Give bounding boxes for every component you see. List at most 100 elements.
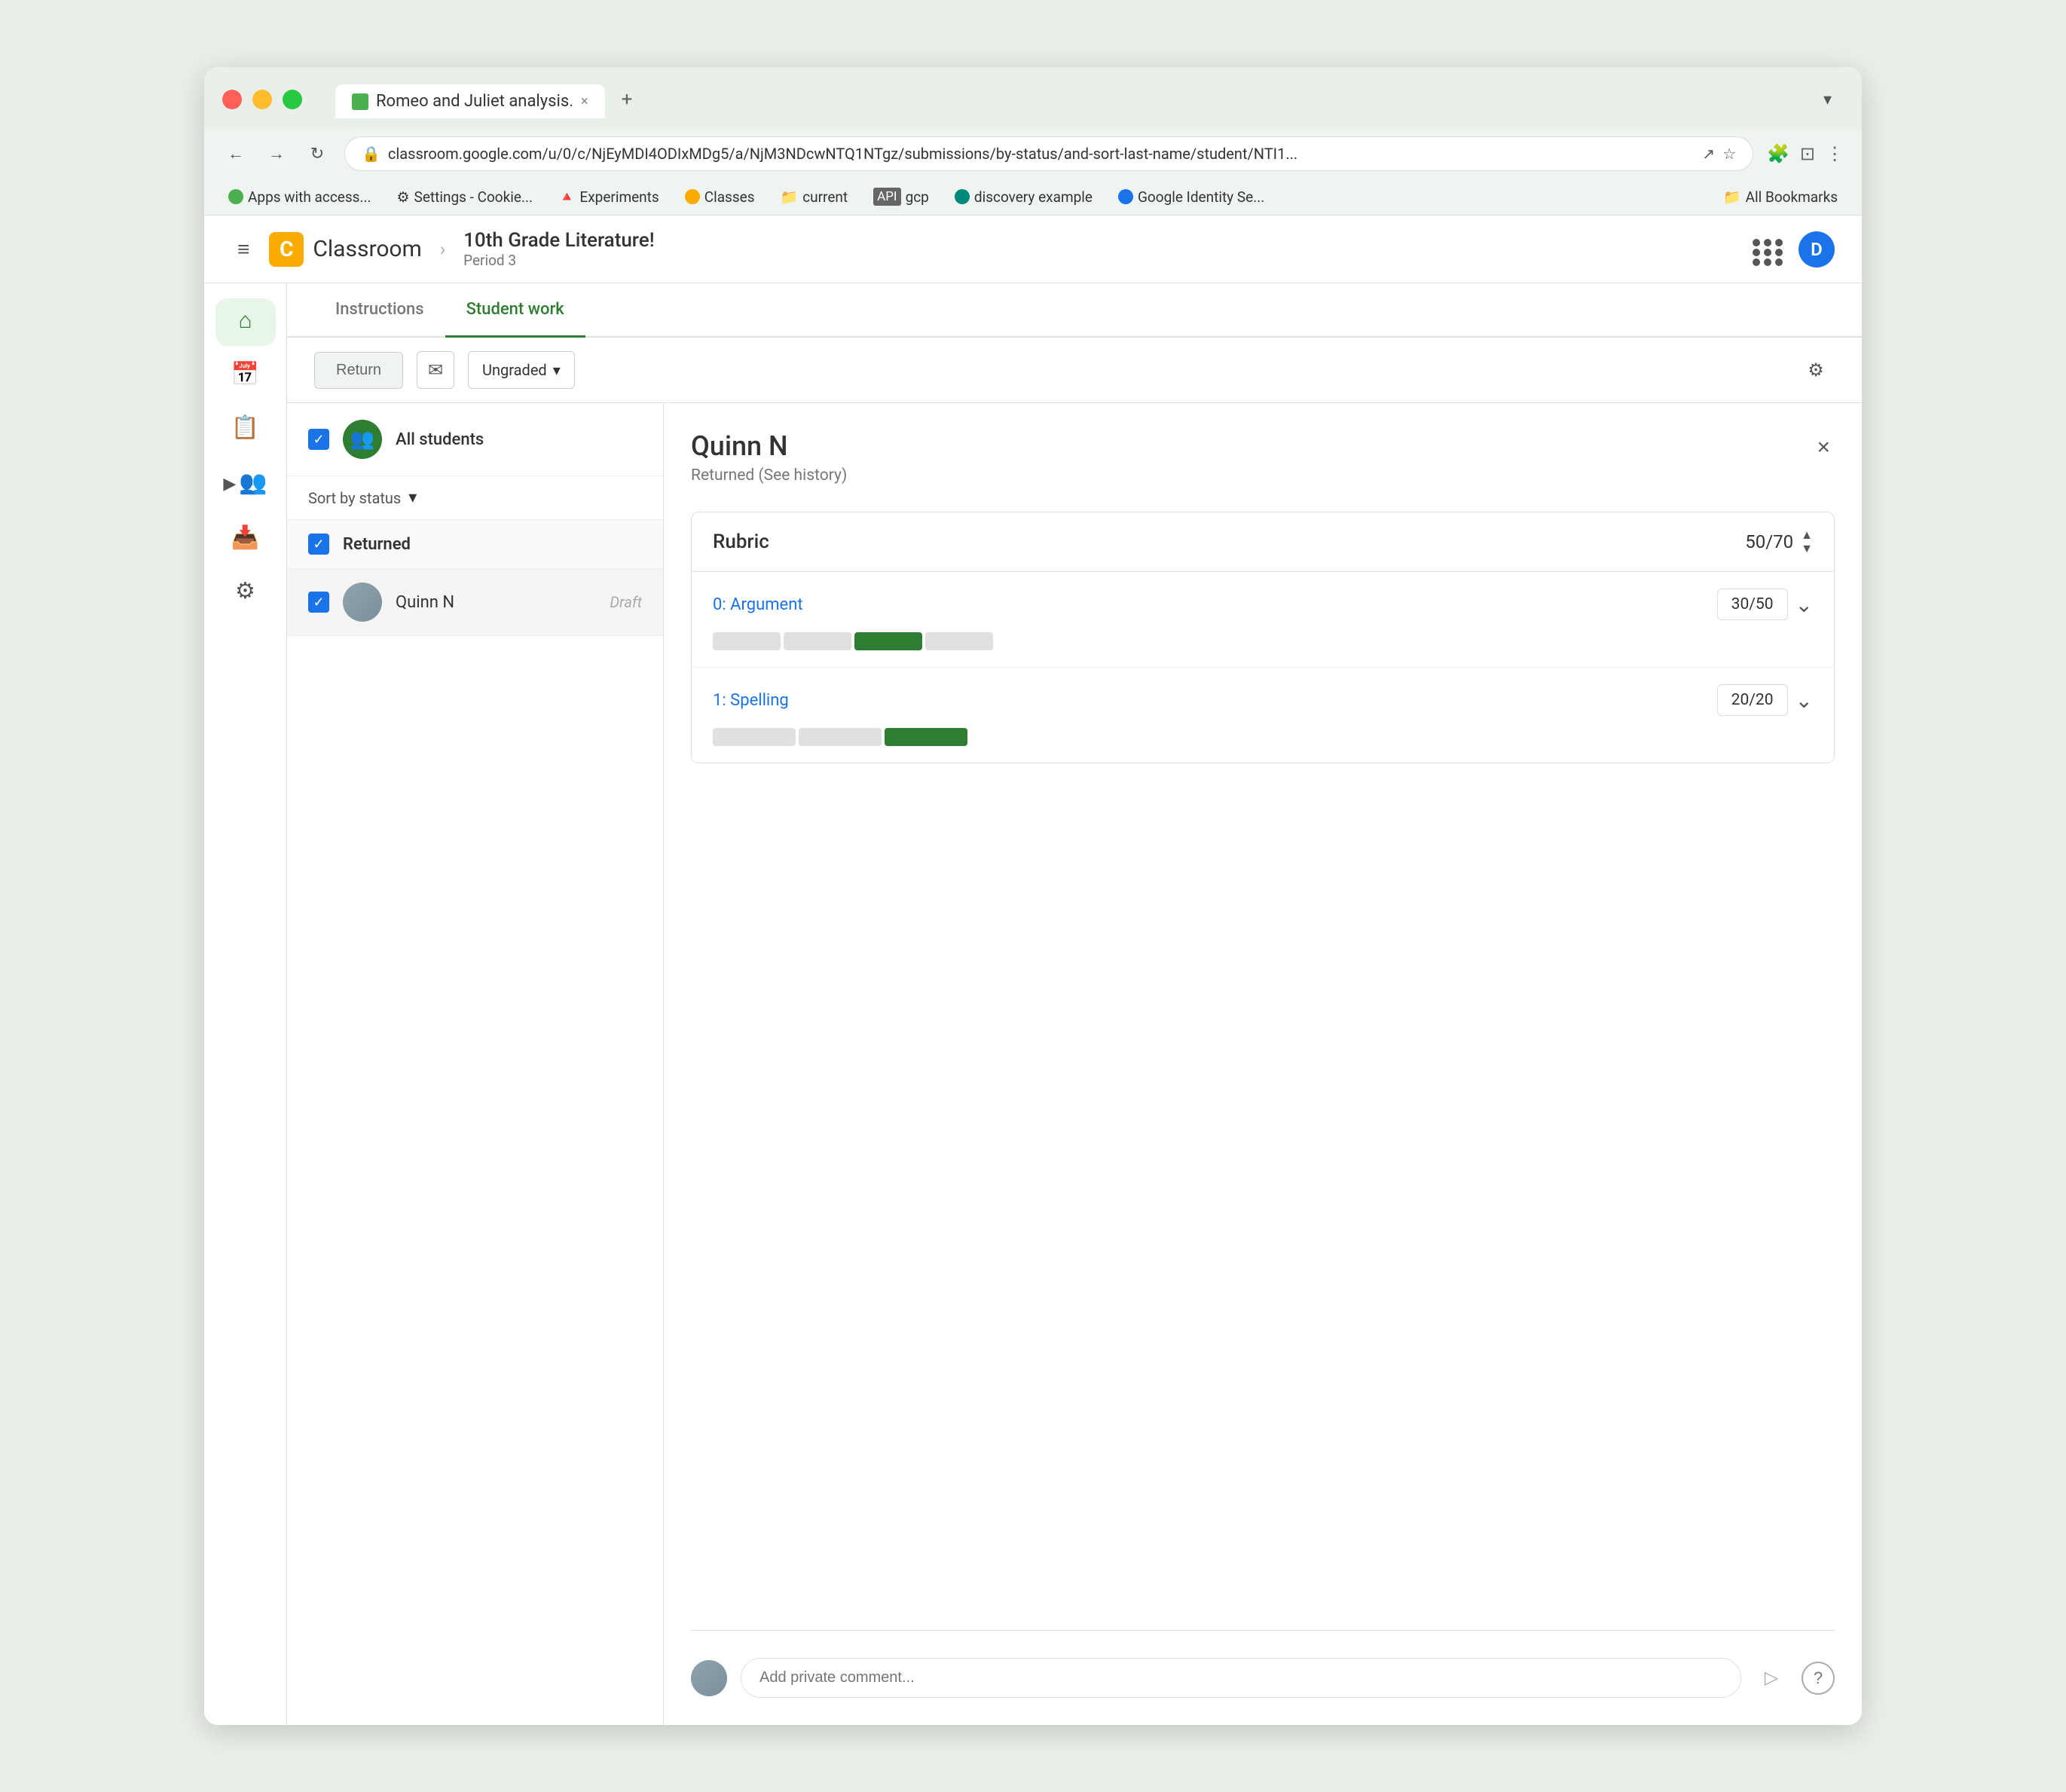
bookmark-label: gcp [906, 188, 929, 206]
content-area: Instructions Student work Return ✉ Ungra… [287, 283, 1862, 1725]
rubric-title: Rubric [713, 531, 769, 553]
address-bar[interactable]: 🔒 classroom.google.com/u/0/c/NjEyMDI4ODI… [344, 136, 1753, 171]
detail-student-name: Quinn N [691, 430, 847, 462]
all-students-checkbox[interactable]: ✓ [308, 429, 329, 450]
bookmark-google-identity[interactable]: Google Identity Se... [1112, 185, 1270, 209]
bookmark-label: Classes [704, 188, 755, 206]
chevron-down-icon: ▾ [553, 361, 561, 379]
course-info: 10th Grade Literature! Period 3 [463, 229, 655, 269]
assignments-icon: 📋 [231, 414, 259, 441]
refresh-button[interactable]: ↻ [304, 140, 331, 167]
detail-panel: Quinn N Returned (See history) × Rubric … [664, 403, 1862, 1725]
sort-dropdown-icon[interactable]: ▾ [408, 488, 417, 507]
help-button[interactable]: ? [1802, 1662, 1835, 1695]
bookmark-current[interactable]: 📁 current [775, 185, 854, 209]
criterion-2-expand-button[interactable]: ⌄ [1796, 688, 1813, 713]
grade-dropdown-label: Ungraded [482, 361, 547, 379]
classroom-logo-icon: C [269, 232, 304, 267]
bookmark-gcp[interactable]: API gcp [867, 185, 935, 209]
criterion-1-expand-button[interactable]: ⌄ [1796, 592, 1813, 617]
google-apps-button[interactable] [1752, 233, 1785, 266]
tab-student-work[interactable]: Student work [445, 283, 585, 338]
all-bookmarks-button[interactable]: 📁 All Bookmarks [1717, 185, 1844, 209]
send-icon: ▷ [1765, 1668, 1778, 1688]
criterion-1-score-control: 30/50 ⌄ [1717, 589, 1813, 620]
send-comment-button[interactable]: ▷ [1755, 1662, 1788, 1695]
omnibar-actions: 🧩 ⊡ ⋮ [1767, 143, 1844, 164]
stepper-down-icon: ▼ [1801, 543, 1813, 555]
bookmark-api-icon: API [873, 188, 900, 206]
bookmark-label: Experiments [579, 188, 659, 206]
new-tab-button[interactable]: + [608, 81, 646, 118]
rubric-criterion-2: 1: Spelling 20/20 ⌄ [692, 668, 1834, 763]
rubric-score-stepper[interactable]: ▲ ▼ [1801, 529, 1813, 555]
bookmark-icon[interactable]: ☆ [1722, 145, 1736, 163]
browser-tabs: Romeo and Juliet analysis. × + [335, 81, 646, 118]
rubric-total-score: 50/70 [1745, 531, 1793, 552]
app-name: Classroom [313, 236, 422, 262]
all-students-label: All students [396, 430, 484, 449]
bookmark-experiments[interactable]: 🔺 Experiments [552, 185, 665, 209]
student-row[interactable]: ✓ Quinn N Draft [287, 569, 663, 636]
course-title: 10th Grade Literature! [463, 229, 655, 252]
more-menu-icon[interactable]: ⋮ [1826, 143, 1844, 164]
email-icon: ✉ [428, 359, 443, 381]
tab-close-button[interactable]: × [581, 93, 588, 109]
sidebar-item-calendar[interactable]: 📅 [215, 352, 276, 399]
breadcrumb-separator: › [440, 239, 445, 260]
hamburger-menu-button[interactable]: ≡ [231, 231, 255, 268]
course-period: Period 3 [463, 252, 655, 269]
content-toolbar: Return ✉ Ungraded ▾ ⚙ [287, 338, 1862, 403]
browser-window: Romeo and Juliet analysis. × + ▾ ← → ↻ 🔒… [204, 67, 1862, 1725]
bookmark-classes[interactable]: Classes [679, 185, 761, 209]
section-returned-header: ✓ Returned [287, 520, 663, 569]
segment-inactive [784, 632, 851, 650]
commenter-avatar [691, 1660, 727, 1696]
bookmark-person-icon: 🔺 [558, 189, 575, 205]
email-button[interactable]: ✉ [417, 351, 454, 389]
check-icon: ✓ [313, 595, 324, 610]
detail-student-status: Returned (See history) [691, 466, 847, 485]
all-students-row[interactable]: ✓ 👥 All students [287, 403, 663, 476]
extensions-icon[interactable]: 🧩 [1767, 143, 1789, 164]
bookmark-settings-icon: ⚙ [397, 188, 410, 206]
home-icon: ⌂ [238, 307, 252, 334]
window-dropdown[interactable]: ▾ [1823, 90, 1844, 109]
bookmark-apps[interactable]: Apps with access... [222, 185, 377, 209]
content-tabs: Instructions Student work [287, 283, 1862, 338]
segment-active [854, 632, 922, 650]
gear-icon: ⚙ [1808, 359, 1824, 381]
sidebar-item-archive[interactable]: 📥 [215, 515, 276, 563]
forward-button[interactable]: → [263, 140, 290, 167]
returned-section-checkbox[interactable]: ✓ [308, 534, 329, 555]
all-students-avatar: 👥 [343, 420, 382, 459]
active-tab[interactable]: Romeo and Juliet analysis. × [335, 84, 605, 118]
bookmark-discovery[interactable]: discovery example [949, 185, 1099, 209]
profile-icon[interactable]: ⊡ [1800, 143, 1815, 164]
detail-close-button[interactable]: × [1812, 430, 1835, 465]
minimize-dot[interactable] [252, 90, 272, 109]
private-comment-input[interactable] [741, 1658, 1741, 1698]
return-button[interactable]: Return [314, 352, 403, 389]
rubric-score-control: 50/70 ▲ ▼ [1745, 529, 1813, 555]
student-checkbox[interactable]: ✓ [308, 592, 329, 613]
maximize-dot[interactable] [283, 90, 302, 109]
segment-inactive [713, 632, 781, 650]
tab-instructions[interactable]: Instructions [314, 283, 445, 338]
student-submission-status: Draft [610, 593, 642, 611]
sidebar-expand-people[interactable]: ▶ 👥 [217, 459, 273, 509]
detail-header: Quinn N Returned (See history) × [691, 430, 1835, 485]
settings-gear-button[interactable]: ⚙ [1797, 351, 1835, 389]
bookmark-settings[interactable]: ⚙ Settings - Cookie... [391, 185, 539, 209]
sidebar-item-home[interactable]: ⌂ [215, 298, 276, 346]
grade-dropdown[interactable]: Ungraded ▾ [468, 351, 575, 389]
rubric-header: Rubric 50/70 ▲ ▼ [692, 512, 1834, 572]
sidebar-item-assignments[interactable]: 📋 [215, 405, 276, 453]
close-dot[interactable] [222, 90, 242, 109]
back-button[interactable]: ← [222, 140, 249, 167]
student-name: Quinn N [396, 593, 596, 612]
share-icon[interactable]: ↗ [1702, 145, 1715, 163]
two-panel-layout: ✓ 👥 All students Sort by status ▾ [287, 403, 1862, 1725]
user-avatar[interactable]: D [1799, 231, 1835, 268]
sidebar-item-settings[interactable]: ⚙ [215, 569, 276, 616]
